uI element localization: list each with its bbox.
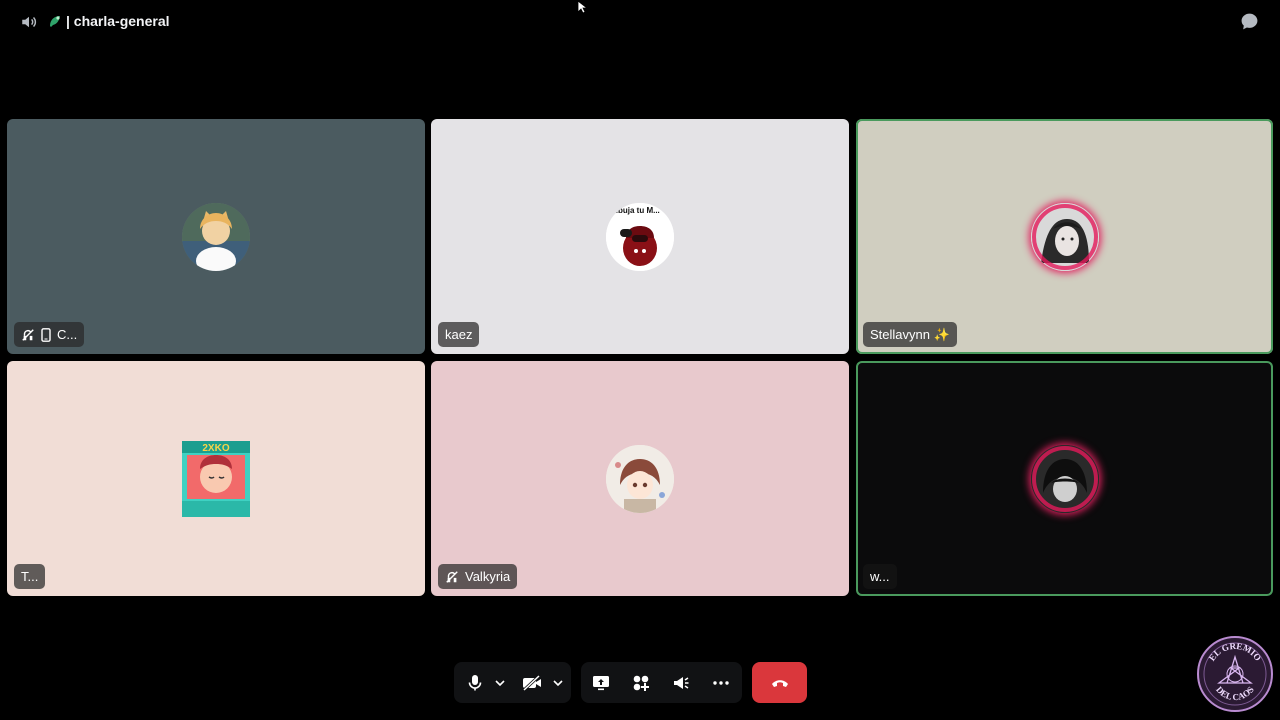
participant-name-tag: Stellavynn ✨ bbox=[863, 322, 957, 347]
channel-icon bbox=[50, 16, 60, 27]
participant-name-tag: T... bbox=[14, 564, 46, 589]
participant-name: kaez bbox=[445, 327, 473, 342]
activities-icon bbox=[633, 675, 649, 691]
audio-video-controls bbox=[454, 662, 571, 703]
soundboard-icon bbox=[674, 676, 689, 689]
screen-share-icon bbox=[593, 675, 609, 690]
participant-tile[interactable]: w... bbox=[856, 361, 1273, 596]
participant-avatar: 2XKO bbox=[180, 439, 252, 519]
camera-button[interactable] bbox=[518, 662, 546, 703]
chevron-down-icon bbox=[495, 679, 505, 686]
more-icon bbox=[713, 680, 729, 685]
microphone-icon bbox=[468, 674, 482, 690]
deafened-icon bbox=[446, 570, 458, 583]
participant-name: w... bbox=[870, 569, 890, 584]
participant-tile[interactable]: Stellavynn ✨ bbox=[856, 119, 1273, 354]
top-bar: | charla-general bbox=[0, 0, 1280, 44]
participant-name: C... bbox=[57, 327, 78, 342]
participant-avatar: Dibuja tu M... bbox=[606, 202, 674, 271]
participant-avatar bbox=[182, 202, 250, 271]
avatar-sticker-text: Dibuja tu M... bbox=[610, 205, 660, 215]
participant-tile[interactable]: Dibuja tu M... kaez bbox=[431, 119, 849, 354]
guild-logo: EL GREMIO DEL CAOS bbox=[1196, 635, 1274, 713]
soundboard-button[interactable] bbox=[667, 662, 695, 703]
svg-text:2XKO: 2XKO bbox=[202, 443, 229, 454]
mobile-icon bbox=[41, 327, 51, 342]
participant-avatar bbox=[1030, 202, 1099, 271]
channel-name: | charla-general bbox=[66, 13, 170, 29]
camera-off-icon bbox=[522, 674, 541, 691]
participant-avatar bbox=[606, 444, 674, 513]
participant-name-tag: kaez bbox=[438, 322, 480, 347]
screen-share-button[interactable] bbox=[587, 662, 615, 703]
chevron-down-icon bbox=[553, 679, 563, 686]
participant-name: Valkyria bbox=[465, 569, 511, 584]
deafened-icon bbox=[22, 328, 34, 341]
microphone-button[interactable] bbox=[462, 662, 488, 703]
participant-avatar bbox=[1030, 444, 1099, 513]
participant-name-tag: w... bbox=[863, 564, 897, 589]
participant-name-tag: Valkyria bbox=[438, 564, 518, 589]
participant-name: T... bbox=[21, 569, 39, 584]
disconnect-button[interactable] bbox=[752, 662, 807, 703]
mouse-cursor-icon bbox=[577, 0, 587, 14]
speaker-icon[interactable] bbox=[20, 13, 38, 31]
activity-controls bbox=[581, 662, 742, 703]
activities-button[interactable] bbox=[627, 662, 655, 703]
chat-bubble-icon[interactable] bbox=[1240, 12, 1259, 31]
microphone-options-button[interactable] bbox=[490, 662, 510, 703]
camera-options-button[interactable] bbox=[548, 662, 568, 703]
hangup-icon bbox=[771, 679, 788, 687]
more-options-button[interactable] bbox=[707, 662, 735, 703]
participant-name-tag: C... bbox=[14, 322, 85, 347]
participant-tile[interactable]: Valkyria bbox=[431, 361, 849, 596]
participant-tile[interactable]: 2XKO T... bbox=[7, 361, 425, 596]
participant-name: Stellavynn ✨ bbox=[870, 326, 950, 342]
participant-tile[interactable]: C... bbox=[7, 119, 425, 354]
